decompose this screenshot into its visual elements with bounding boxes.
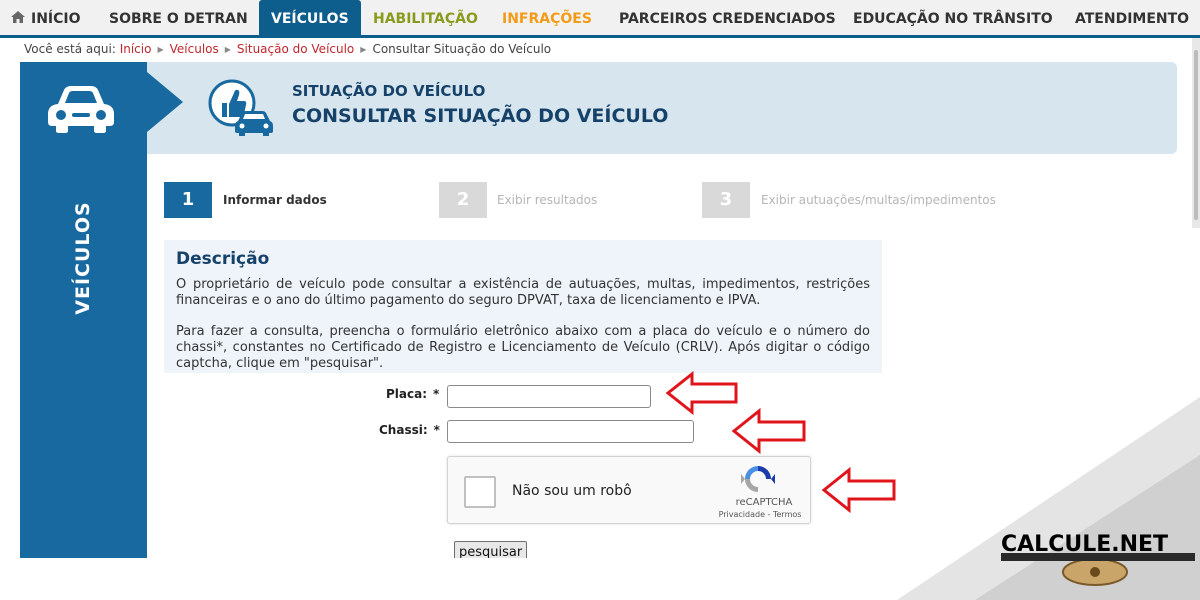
red-left-arrow-icon: [666, 371, 738, 415]
breadcrumb-link-veiculos[interactable]: Veículos: [170, 42, 219, 56]
nav-item-inicio[interactable]: INÍCIO: [10, 0, 81, 38]
breadcrumb-link-inicio[interactable]: Início: [120, 42, 152, 56]
breadcrumb-separator-icon: ▶: [224, 45, 231, 54]
red-left-arrow-icon: [732, 408, 806, 454]
watermark-text: CALCULE.NET: [1001, 532, 1169, 557]
breadcrumb-separator-icon: ▶: [360, 45, 367, 54]
nav-item-educacao-no-transito[interactable]: EDUCAÇÃO NO TRÂNSITO: [853, 0, 1053, 38]
thumbs-up-car-icon: [208, 79, 273, 136]
placa-label: Placa: *: [386, 387, 439, 401]
recaptcha-widget: Não sou um robô reCAPTCHA Privacidade - …: [447, 456, 811, 524]
car-icon: [48, 86, 114, 133]
top-navigation: INÍCIO SOBRE O DETRAN VEÍCULOS HABILITAÇ…: [0, 0, 1200, 38]
nav-label-inicio: INÍCIO: [31, 11, 81, 27]
header-subtitle: SITUAÇÃO DO VEÍCULO: [292, 82, 486, 100]
nav-item-infracoes[interactable]: INFRAÇÕES: [502, 0, 592, 38]
chassi-required-mark: *: [433, 423, 440, 437]
side-panel: VEÍCULOS: [20, 62, 147, 558]
chassi-input[interactable]: [447, 420, 694, 443]
side-panel-title: VEÍCULOS: [72, 201, 94, 315]
step-1-number: 1: [164, 182, 212, 218]
placa-input[interactable]: [447, 385, 651, 408]
step-2-label: Exibir resultados: [497, 193, 598, 207]
step-3-label: Exibir autuações/multas/impedimentos: [761, 193, 996, 207]
breadcrumb-link-situacao-do-veiculo[interactable]: Situação do Veículo: [237, 42, 354, 56]
breadcrumb-separator-icon: ▶: [157, 45, 164, 54]
description-box: Descrição O proprietário de veículo pode…: [164, 240, 882, 373]
step-2-number: 2: [439, 182, 487, 218]
breadcrumb: Você está aqui: Início ▶ Veículos ▶ Situação…: [24, 42, 551, 56]
description-paragraph-1: O proprietário de veículo pode consultar…: [176, 277, 870, 308]
nav-item-habilitacao[interactable]: HABILITAÇÃO: [373, 0, 478, 38]
nav-item-parceiros-credenciados[interactable]: PARCEIROS CREDENCIADOS: [619, 0, 836, 38]
chassi-label: Chassi: *: [379, 423, 440, 437]
recaptcha-logo-icon: [741, 466, 775, 492]
scrollbar-thumb[interactable]: [1194, 50, 1198, 220]
recaptcha-checkbox[interactable]: [464, 476, 496, 508]
page-root: INÍCIO SOBRE O DETRAN VEÍCULOS HABILITAÇ…: [0, 0, 1200, 600]
red-left-arrow-icon: [822, 467, 896, 513]
side-panel-pointer: [147, 72, 183, 132]
placa-label-text: Placa:: [386, 387, 428, 401]
nav-item-veiculos[interactable]: VEÍCULOS: [259, 0, 361, 38]
page-title: CONSULTAR SITUAÇÃO DO VEÍCULO: [292, 105, 669, 127]
nav-item-sobre-o-detran[interactable]: SOBRE O DETRAN: [109, 0, 248, 38]
placa-required-mark: *: [433, 387, 440, 401]
recaptcha-brand: reCAPTCHA: [735, 497, 793, 508]
description-paragraph-2: Para fazer a consulta, preencha o formul…: [176, 324, 870, 371]
nav-item-atendimento[interactable]: ATENDIMENTO: [1075, 0, 1189, 38]
pesquisar-button[interactable]: pesquisar: [454, 541, 528, 564]
step-1-label: Informar dados: [223, 193, 327, 207]
recaptcha-privacy-terms-links[interactable]: Privacidade - Termos: [702, 510, 818, 519]
breadcrumb-current: Consultar Situação do Veículo: [372, 42, 552, 56]
step-3-number: 3: [702, 182, 750, 218]
description-heading: Descrição: [176, 249, 270, 269]
recaptcha-label: Não sou um robô: [512, 483, 632, 499]
breadcrumb-prefix: Você está aqui:: [24, 42, 116, 56]
required-fields-note: * Campos obrigatórios: [467, 580, 602, 594]
chassi-label-text: Chassi:: [379, 423, 428, 437]
home-icon: [11, 11, 25, 23]
